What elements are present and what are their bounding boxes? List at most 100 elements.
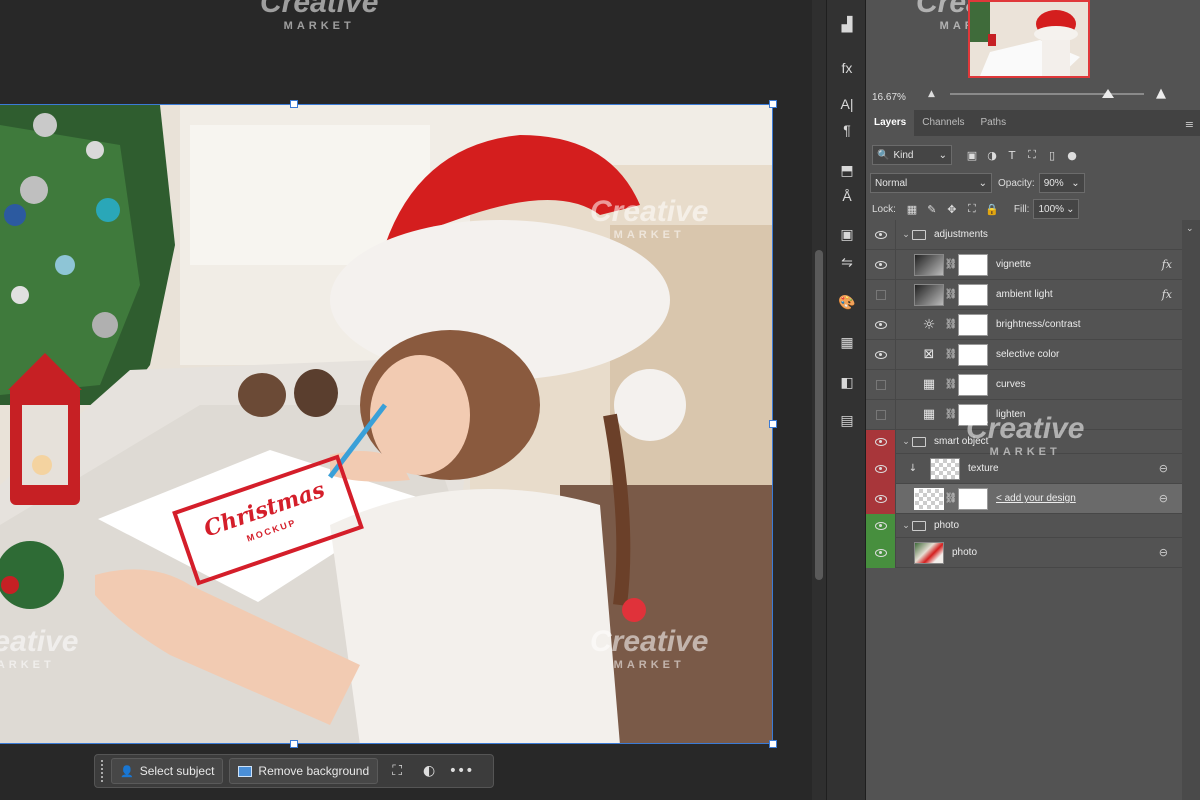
zoom-out-icon[interactable]: ▲ — [928, 89, 935, 99]
remove-background-button[interactable]: Remove background — [229, 758, 379, 784]
visibility-toggle[interactable] — [866, 309, 896, 340]
navigator-preview-box[interactable] — [968, 0, 1090, 78]
transform-handle-top[interactable] — [290, 100, 298, 108]
lock-transparency-icon[interactable]: ▦ — [902, 203, 922, 216]
visibility-toggle[interactable] — [866, 249, 896, 280]
more-options-icon[interactable]: ••• — [448, 758, 474, 784]
libraries-icon[interactable]: ▣ — [835, 222, 859, 246]
layer-vignette[interactable]: ⛓ vignette fx — [866, 249, 1182, 280]
character-styles-icon[interactable]: Å — [835, 184, 859, 208]
layer-selective-color[interactable]: ⊠ ⛓ selective color — [866, 339, 1182, 370]
visibility-toggle[interactable] — [866, 453, 896, 484]
layer-curves[interactable]: ▦ ⛓ curves — [866, 369, 1182, 400]
transform-icon[interactable]: ⛶ — [384, 758, 410, 784]
select-subject-button[interactable]: 👤 Select subject — [111, 758, 224, 784]
layer-group-adjustments[interactable]: ⌄ adjustments — [866, 219, 1182, 250]
lock-all-icon[interactable]: 🔒 — [982, 203, 1002, 216]
transform-handle-bottom-right[interactable] — [769, 740, 777, 748]
lock-row: Lock: ▦ ✎ ✥ ⛶ 🔒 Fill: 100% ⌄ — [866, 196, 1200, 222]
layer-lighten[interactable]: ▦ ⛓ lighten — [866, 399, 1182, 430]
color-palette-icon[interactable]: 🎨 — [835, 290, 859, 314]
scrollbar-thumb[interactable] — [815, 250, 823, 580]
filter-smartobject-icon[interactable]: ▯ — [1042, 149, 1062, 162]
zoom-slider-knob[interactable] — [1102, 89, 1114, 98]
filter-shape-icon[interactable]: ⛶ — [1022, 148, 1042, 162]
document-image[interactable]: Christmas MOCKUP Creative MARKET Creativ… — [0, 104, 773, 744]
opacity-field[interactable]: 90% ⌄ — [1038, 173, 1085, 193]
chevron-down-icon: ⌄ — [1066, 203, 1075, 215]
tab-paths[interactable]: Paths — [973, 110, 1015, 136]
layer-photo[interactable]: photo ⊖ — [866, 537, 1182, 568]
panel-menu-icon[interactable]: ≡ — [1185, 118, 1194, 131]
fill-field[interactable]: 100% ⌄ — [1033, 199, 1080, 219]
canvas-vertical-scrollbar[interactable] — [812, 0, 826, 800]
linked-layer-icon: ⊖ — [1158, 462, 1168, 475]
search-icon: 🔍 — [877, 149, 890, 161]
eye-icon — [874, 437, 887, 446]
visibility-toggle[interactable] — [866, 339, 896, 370]
layer-mask-thumbnail — [958, 253, 988, 276]
chevron-down-icon[interactable]: ⌄ — [900, 230, 912, 240]
zoom-in-icon[interactable]: ▲ — [1156, 86, 1166, 101]
chevron-down-icon[interactable]: ⌄ — [900, 521, 912, 531]
layer-mask-thumbnail — [958, 487, 988, 510]
zoom-value[interactable]: 16.67% — [872, 92, 922, 103]
visibility-toggle[interactable] — [866, 399, 896, 430]
canvas-area[interactable]: Creative MARKET Christmas MOCKUP Creativ… — [0, 0, 812, 800]
transform-handle-right[interactable] — [769, 420, 777, 428]
visibility-toggle[interactable] — [866, 483, 896, 514]
layers-scrollbar[interactable]: ⌄ — [1182, 220, 1200, 800]
eye-icon — [874, 230, 887, 239]
histogram-icon[interactable]: ▟ — [835, 12, 859, 36]
paragraph-icon[interactable]: ¶ — [835, 118, 859, 142]
taskbar-grip-handle[interactable] — [101, 760, 105, 782]
visibility-toggle[interactable] — [866, 429, 896, 454]
layer-add-your-design[interactable]: ⛓ < add your design ⊖ — [866, 483, 1182, 514]
blend-mode-select[interactable]: Normal ⌄ — [870, 173, 992, 193]
navigator-zoom-row: 16.67% ▲ ▲ — [866, 86, 1200, 108]
visibility-toggle[interactable] — [866, 219, 896, 250]
hidden-box-icon — [875, 409, 886, 420]
fx-styles-icon[interactable]: fx — [835, 56, 859, 80]
gradients-icon[interactable]: ◧ — [835, 370, 859, 394]
fx-icon[interactable]: fx — [1162, 258, 1172, 271]
layer-texture[interactable]: ↓ texture ⊖ — [866, 453, 1182, 484]
transform-handle-bottom[interactable] — [290, 740, 298, 748]
filter-kind-select[interactable]: 🔍 Kind ⌄ — [872, 145, 952, 165]
tab-channels[interactable]: Channels — [914, 110, 972, 136]
visibility-toggle[interactable] — [866, 279, 896, 310]
lock-brush-icon[interactable]: ✎ — [922, 203, 942, 216]
layer-mask-thumbnail — [958, 403, 988, 426]
properties-icon[interactable]: ⇋ — [835, 250, 859, 274]
link-chain-icon: ⛓ — [944, 349, 958, 360]
folder-icon — [912, 520, 926, 531]
filter-type-icon[interactable]: T — [1002, 149, 1022, 162]
layer-brightness-contrast[interactable]: ☼ ⛓ brightness/contrast — [866, 309, 1182, 340]
eye-icon — [874, 494, 887, 503]
transform-handle-top-right[interactable] — [769, 100, 777, 108]
character-icon[interactable]: A| — [835, 92, 859, 116]
tab-layers[interactable]: Layers — [866, 110, 915, 136]
filter-adjustment-icon[interactable]: ◑ — [982, 149, 1002, 162]
fx-icon[interactable]: fx — [1162, 288, 1172, 301]
layer-group-smart-object[interactable]: ⌄ smart object — [866, 429, 1182, 454]
navigator-thumbnail — [970, 2, 1088, 76]
chevron-down-icon[interactable]: ⌄ — [900, 437, 912, 447]
layer-group-photo[interactable]: ⌄ photo — [866, 513, 1182, 538]
sun-icon: ☼ — [922, 316, 936, 333]
adjustment-circle-icon[interactable]: ◐ — [416, 758, 442, 784]
lock-artboard-icon[interactable]: ⛶ — [962, 202, 982, 216]
lock-move-icon[interactable]: ✥ — [942, 203, 962, 216]
patterns-icon[interactable]: ▤ — [835, 408, 859, 432]
visibility-toggle[interactable] — [866, 369, 896, 400]
selective-color-icon: ⊠ — [923, 347, 935, 362]
layer-ambient-light[interactable]: ⛓ ambient light fx — [866, 279, 1182, 310]
zoom-slider[interactable] — [950, 89, 1144, 98]
visibility-toggle[interactable] — [866, 537, 896, 568]
visibility-toggle[interactable] — [866, 513, 896, 538]
glyphs-icon[interactable]: ⬒ — [835, 158, 859, 182]
swatches-icon[interactable]: ▦ — [835, 330, 859, 354]
filter-toggle-icon[interactable]: ● — [1062, 149, 1082, 162]
filter-pixel-icon[interactable]: ▣ — [962, 149, 982, 162]
chevron-down-icon[interactable]: ⌄ — [1186, 224, 1194, 234]
